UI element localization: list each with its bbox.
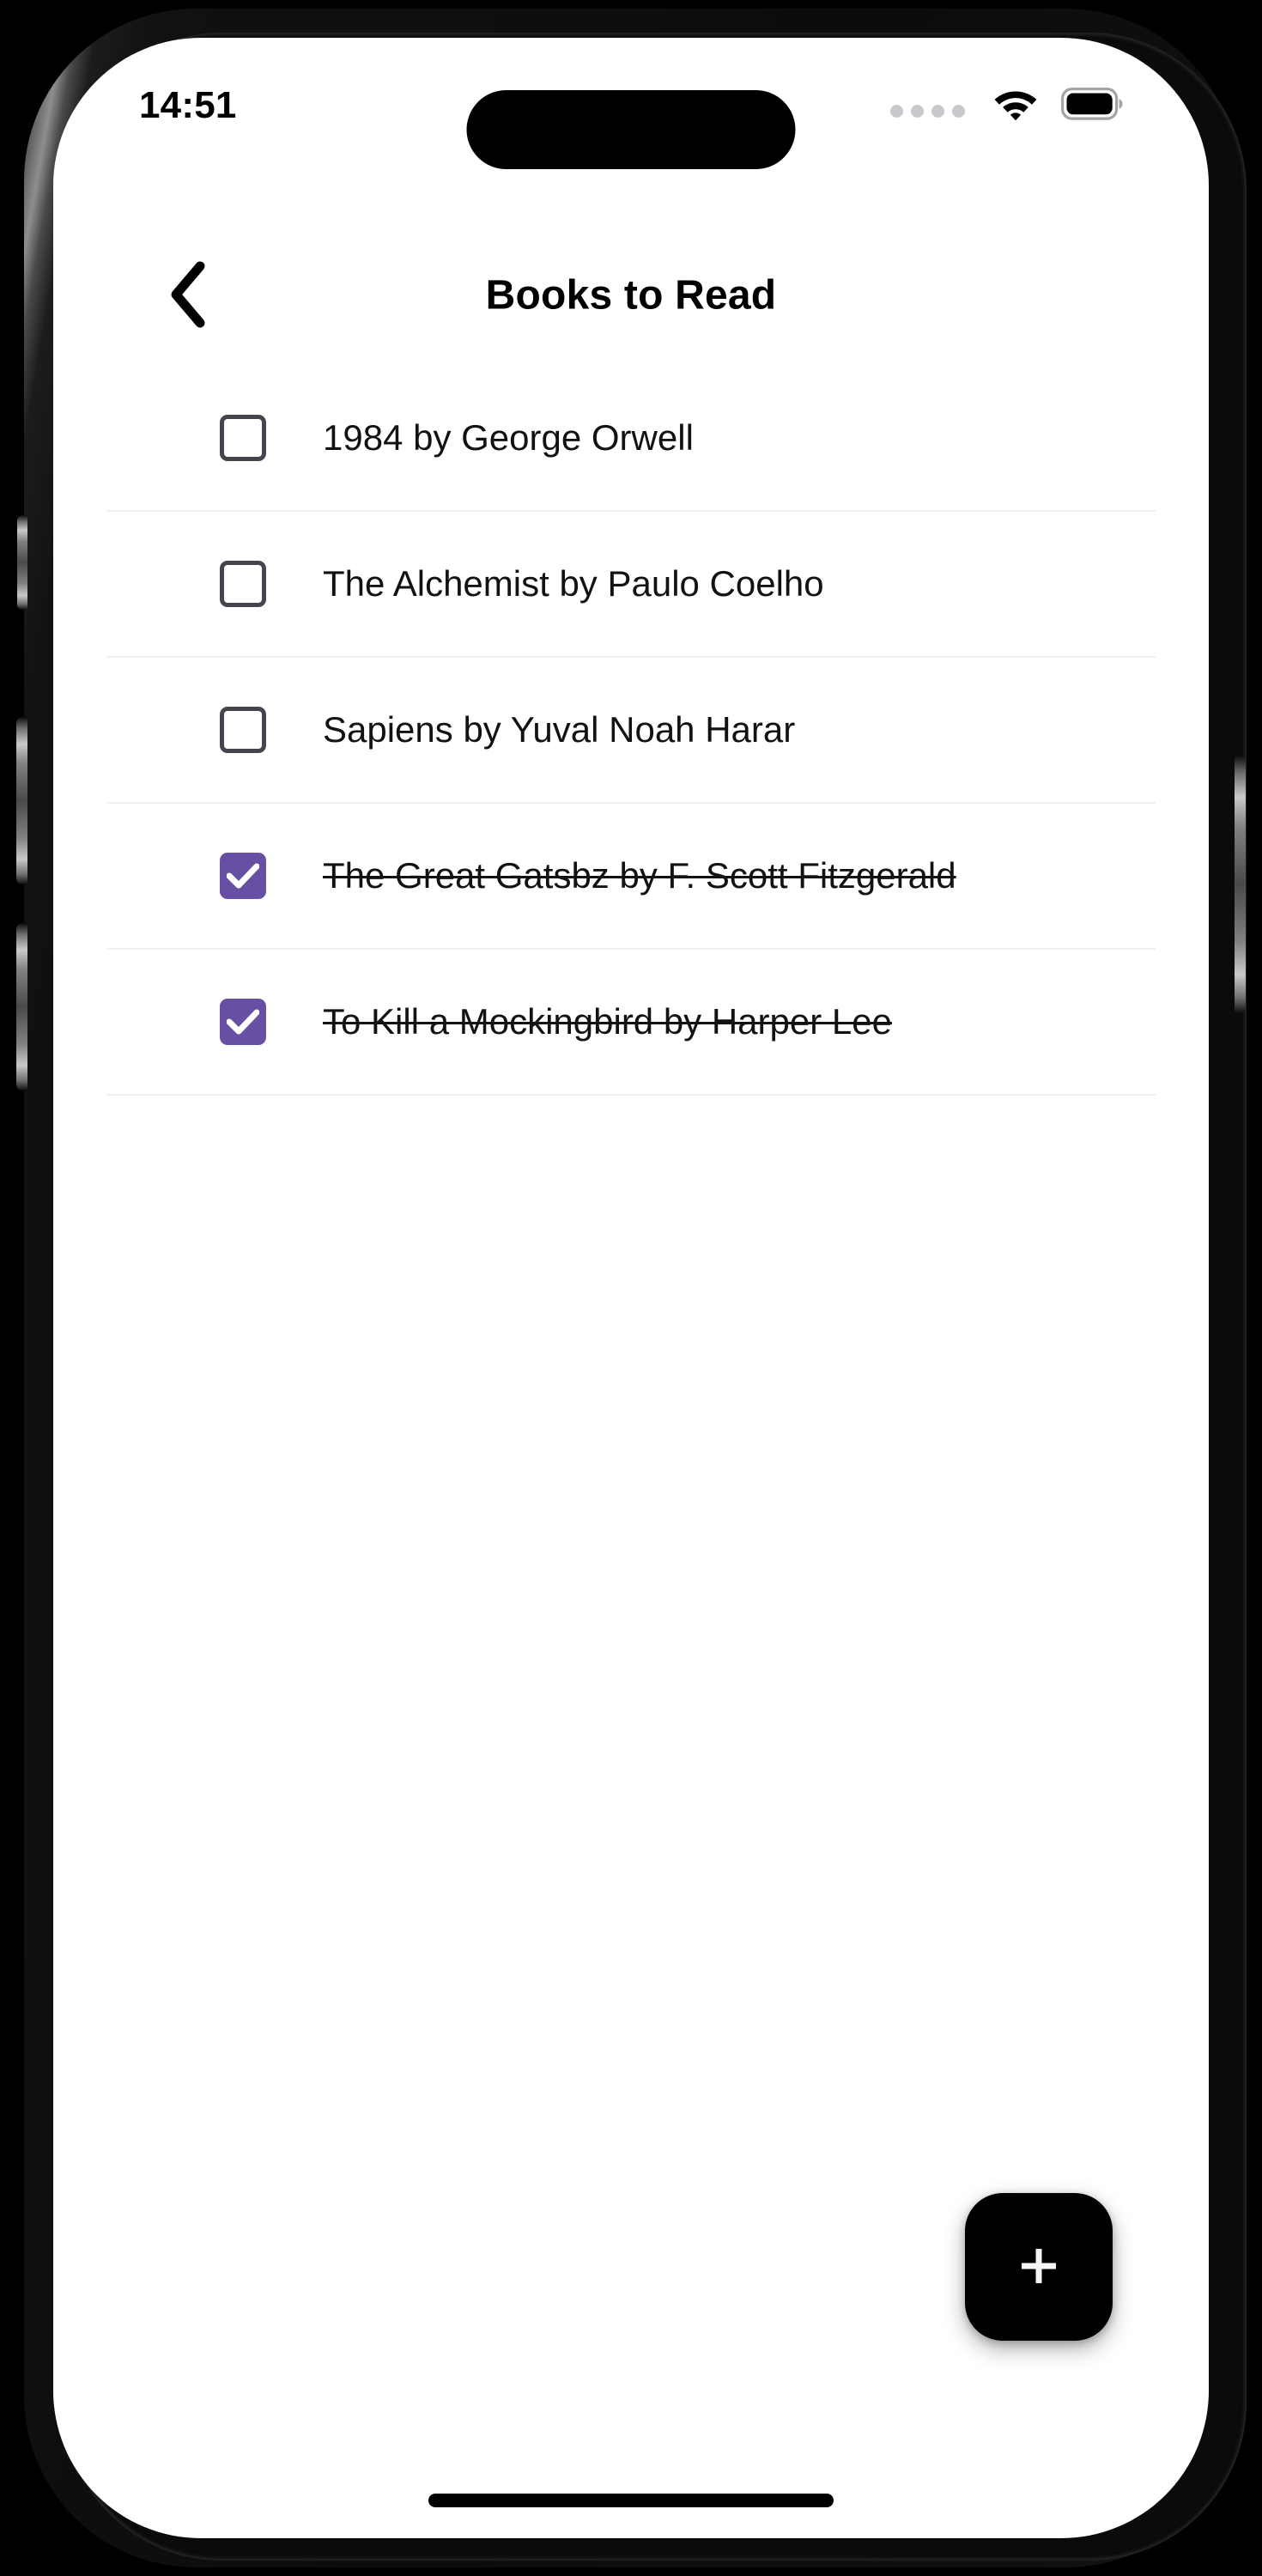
checkbox-checked-icon[interactable] (220, 853, 266, 899)
list-item[interactable]: 1984 by George Orwell (106, 366, 1156, 512)
plus-icon (1013, 2240, 1065, 2294)
home-indicator[interactable] (428, 2494, 834, 2507)
list-item-label: 1984 by George Orwell (323, 416, 694, 458)
list-item-label: The Great Gatsbz by F. Scott Fitzgerald (323, 854, 956, 896)
list-item[interactable]: The Alchemist by Paulo Coelho (106, 512, 1156, 658)
status-bar-indicators (890, 86, 1123, 125)
phone-screen: 14:51 Books to Read 1984 by George Orwel… (53, 38, 1209, 2538)
device-stage: 14:51 Books to Read 1984 by George Orwel… (0, 0, 1262, 2576)
checkbox-unchecked-icon[interactable] (220, 707, 266, 753)
checkbox-unchecked-icon[interactable] (220, 415, 266, 461)
power-button[interactable] (1235, 756, 1246, 1013)
list-item[interactable]: To Kill a Mockingbird by Harper Lee (106, 950, 1156, 1096)
list-item-label: The Alchemist by Paulo Coelho (323, 562, 824, 604)
add-task-fab[interactable] (965, 2193, 1113, 2341)
page-title: Books to Read (485, 272, 777, 319)
list-item-label: Sapiens by Yuval Noah Harar (323, 708, 796, 750)
battery-full-icon (1061, 87, 1123, 125)
dynamic-island (466, 90, 796, 169)
list-item[interactable]: The Great Gatsbz by F. Scott Fitzgerald (106, 804, 1156, 950)
status-bar-time: 14:51 (139, 84, 237, 126)
list-item[interactable]: Sapiens by Yuval Noah Harar (106, 658, 1156, 804)
task-list: 1984 by George Orwell The Alchemist by P… (53, 366, 1209, 1096)
action-button[interactable] (17, 515, 27, 610)
wifi-icon (992, 87, 1039, 125)
nav-header: Books to Read (53, 235, 1209, 355)
list-item-label: To Kill a Mockingbird by Harper Lee (323, 1000, 892, 1042)
checkbox-checked-icon[interactable] (220, 999, 266, 1045)
volume-up-button[interactable] (16, 717, 27, 884)
signal-dots-icon (890, 104, 965, 118)
checkbox-unchecked-icon[interactable] (220, 561, 266, 607)
volume-down-button[interactable] (16, 923, 27, 1091)
